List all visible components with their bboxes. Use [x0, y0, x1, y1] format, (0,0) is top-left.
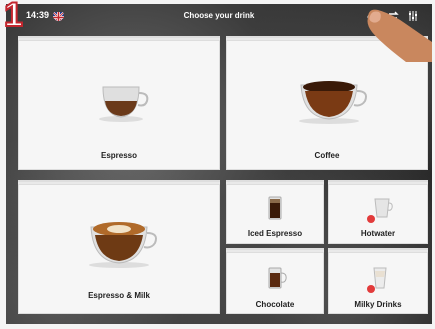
drink-label: Chocolate — [255, 300, 295, 309]
drink-tile-espresso-milk[interactable]: Espresso & Milk — [18, 184, 220, 314]
drink-label: Iced Espresso — [247, 229, 303, 238]
drink-label: Espresso & Milk — [88, 291, 150, 300]
drink-tile-chocolate[interactable]: Chocolate — [226, 252, 324, 314]
cappuccino-cup-icon — [89, 222, 157, 268]
drink-tile-hotwater[interactable]: Hotwater — [328, 184, 428, 244]
drink-label: Milky Drinks — [354, 300, 402, 309]
drink-tile-milky-drinks[interactable]: Milky Drinks — [328, 252, 428, 314]
drink-tile-iced-espresso[interactable]: Iced Espresso — [226, 184, 324, 244]
unavailable-badge-icon — [367, 285, 375, 293]
finger-pointer — [367, 9, 432, 62]
step-number: 1 — [3, 0, 24, 34]
coffee-cup-icon — [299, 81, 367, 124]
drink-label: Espresso — [100, 151, 138, 160]
device-bezel: 14:39 Choose your drink Espresso Coffee … — [0, 0, 435, 329]
iced-glass-icon — [268, 196, 282, 220]
chocolate-glass-icon — [268, 267, 287, 289]
drink-label: Coffee — [314, 151, 340, 160]
drink-label: Hotwater — [360, 229, 396, 238]
unavailable-badge-icon — [367, 215, 375, 223]
touch-screen: 14:39 Choose your drink Espresso Coffee … — [6, 4, 432, 324]
drink-tile-espresso[interactable]: Espresso — [18, 40, 220, 170]
espresso-cup-icon — [99, 86, 149, 122]
